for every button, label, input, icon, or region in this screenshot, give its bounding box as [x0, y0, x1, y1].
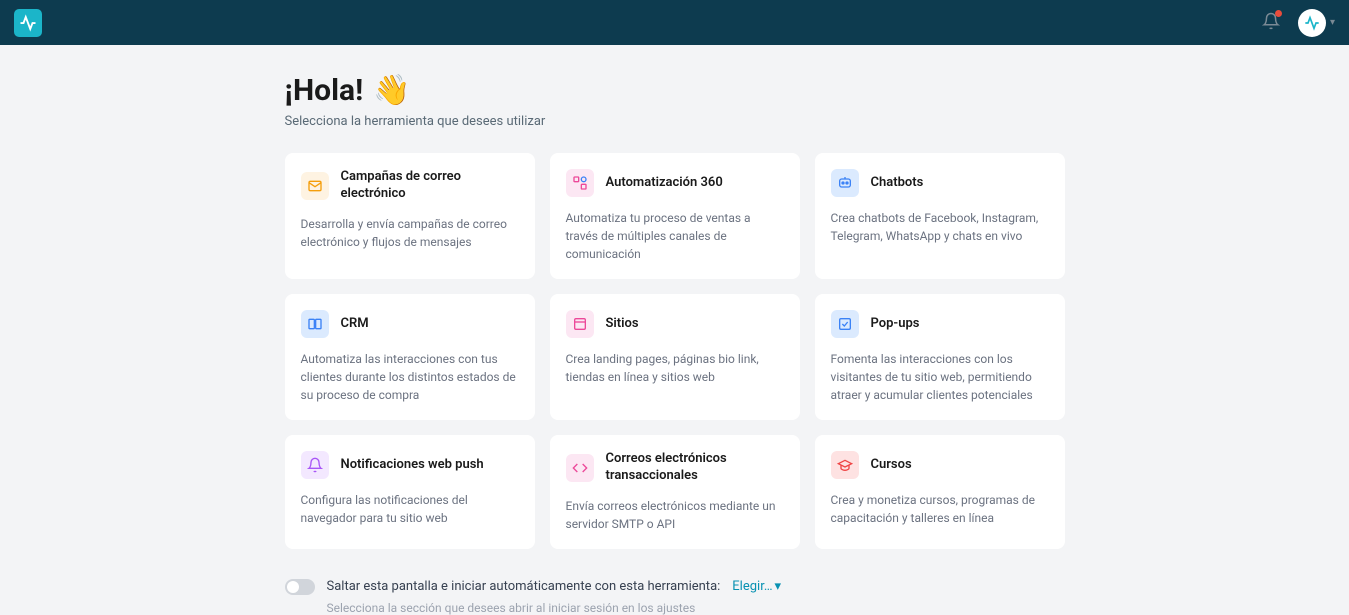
notifications-button[interactable] — [1262, 12, 1280, 34]
avatar — [1298, 9, 1326, 37]
graduation-icon — [831, 451, 859, 479]
card-chatbots[interactable]: Chatbots Crea chatbots de Facebook, Inst… — [815, 153, 1065, 279]
card-title: Automatización 360 — [606, 175, 723, 192]
page-title: ¡Hola! — [285, 73, 364, 108]
code-icon — [566, 454, 594, 482]
top-header: ▾ — [0, 0, 1349, 45]
header-right: ▾ — [1262, 9, 1335, 37]
crm-icon — [301, 310, 329, 338]
card-desc: Crea chatbots de Facebook, Instagram, Te… — [831, 209, 1049, 245]
chevron-down-icon: ▾ — [1330, 17, 1335, 28]
card-popups[interactable]: Pop-ups Fomenta las interacciones con lo… — [815, 294, 1065, 420]
site-icon — [566, 310, 594, 338]
card-sites[interactable]: Sitios Crea landing pages, páginas bio l… — [550, 294, 800, 420]
card-transactional-emails[interactable]: Correos electrónicos transaccionales Env… — [550, 435, 800, 549]
card-courses[interactable]: Cursos Crea y monetiza cursos, programas… — [815, 435, 1065, 549]
push-icon — [301, 451, 329, 479]
chatbot-icon — [831, 169, 859, 197]
page-subtitle: Selecciona la herramienta que desees uti… — [285, 114, 1065, 129]
skip-sublabel: Selecciona la sección que desees abrir a… — [327, 601, 1065, 615]
card-email-campaigns[interactable]: Campañas de correo electrónico Desarroll… — [285, 153, 535, 279]
card-desc: Automatiza tu proceso de ventas a través… — [566, 209, 784, 263]
card-crm[interactable]: CRM Automatiza las interacciones con tus… — [285, 294, 535, 420]
card-title: Campañas de correo electrónico — [341, 169, 519, 203]
card-desc: Fomenta las interacciones con los visita… — [831, 350, 1049, 404]
skip-screen-row: Saltar esta pantalla e iniciar automátic… — [285, 579, 1065, 595]
card-title: CRM — [341, 316, 369, 333]
card-title: Cursos — [871, 457, 912, 474]
card-desc: Automatiza las interacciones con tus cli… — [301, 350, 519, 404]
card-title: Correos electrónicos transaccionales — [606, 451, 784, 485]
card-title: Chatbots — [871, 175, 924, 192]
user-menu[interactable]: ▾ — [1298, 9, 1335, 37]
app-logo[interactable] — [14, 9, 42, 37]
card-desc: Configura las notificaciones del navegad… — [301, 491, 519, 527]
card-desc: Crea y monetiza cursos, programas de cap… — [831, 491, 1049, 527]
automation-icon — [566, 169, 594, 197]
popup-icon — [831, 310, 859, 338]
main-content: ¡Hola! 👋 Selecciona la herramienta que d… — [285, 45, 1065, 615]
card-automation-360[interactable]: Automatización 360 Automatiza tu proceso… — [550, 153, 800, 279]
card-push-notifications[interactable]: Notificaciones web push Configura las no… — [285, 435, 535, 549]
skip-toggle[interactable] — [285, 579, 315, 595]
email-icon — [301, 172, 329, 200]
wave-emoji: 👋 — [373, 73, 410, 108]
greeting-row: ¡Hola! 👋 — [285, 73, 1065, 108]
card-desc: Crea landing pages, páginas bio link, ti… — [566, 350, 784, 386]
card-desc: Desarrolla y envía campañas de correo el… — [301, 215, 519, 251]
card-desc: Envía correos electrónicos mediante un s… — [566, 497, 784, 533]
card-title: Pop-ups — [871, 316, 920, 333]
card-title: Sitios — [606, 316, 639, 333]
notification-dot — [1275, 10, 1282, 17]
tools-grid: Campañas de correo electrónico Desarroll… — [285, 153, 1065, 549]
card-title: Notificaciones web push — [341, 457, 484, 474]
